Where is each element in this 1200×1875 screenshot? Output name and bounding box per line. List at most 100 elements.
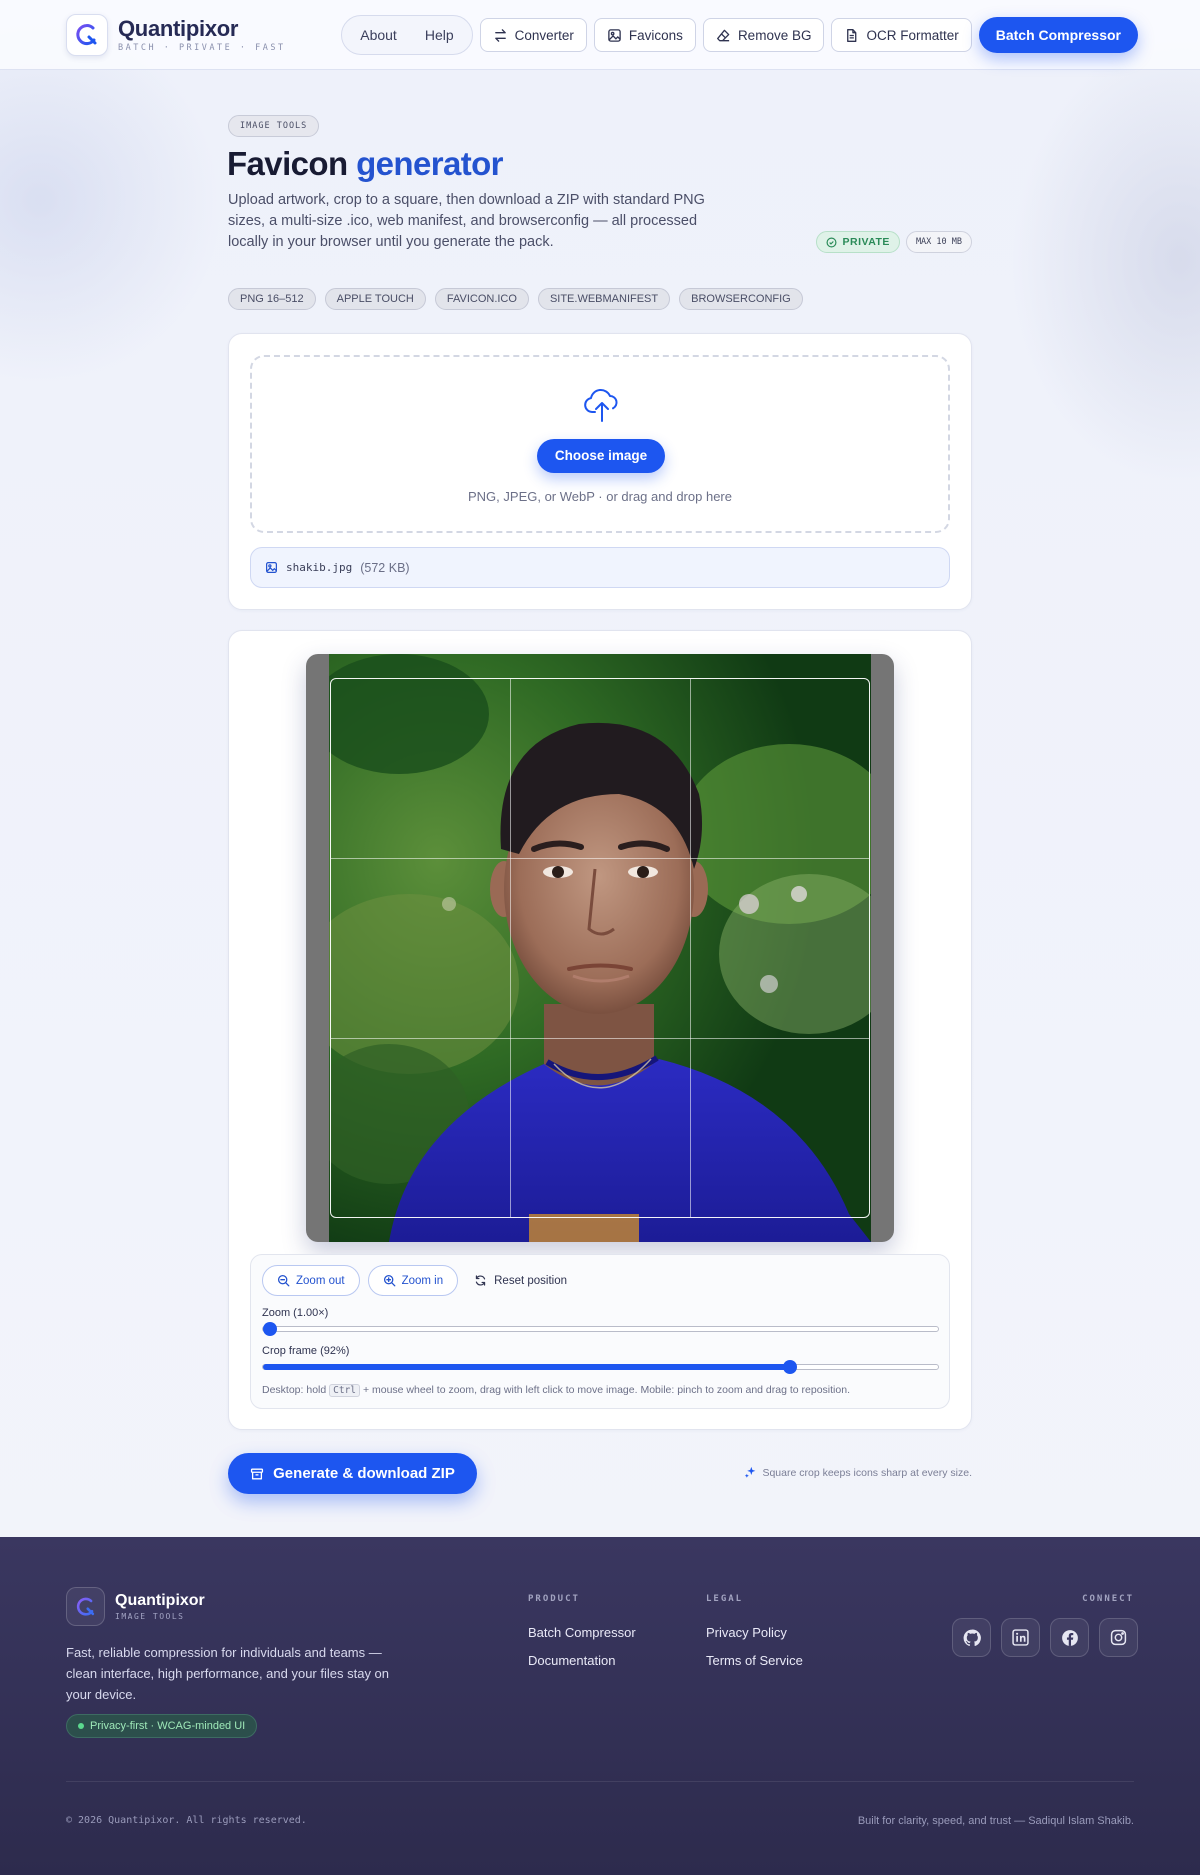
zoom-out-label: Zoom out [296, 1274, 345, 1287]
linkedin-icon [1012, 1629, 1029, 1646]
linkedin-link[interactable] [1001, 1618, 1040, 1657]
zoom-in-icon [383, 1274, 396, 1287]
footer-legal-title: LEGAL [706, 1594, 744, 1604]
nav-links-group: About Help [341, 15, 473, 55]
footer-link-documentation[interactable]: Documentation [528, 1653, 615, 1668]
file-size: (572 KB) [360, 560, 410, 575]
top-navigation-bar: Quantipixor BATCH · PRIVATE · FAST About… [0, 0, 1200, 70]
batch-compressor-button[interactable]: Batch Compressor [978, 17, 1138, 53]
footer: Quantipixor IMAGE TOOLS Fast, reliable c… [0, 1537, 1200, 1875]
chip-favicon-ico: FAVICON.ICO [434, 288, 529, 310]
crop-frame-slider-fill [263, 1364, 790, 1370]
output-format-chips: PNG 16–512 APPLE TOUCH FAVICON.ICO SITE.… [228, 288, 803, 310]
crop-grid-line [510, 679, 512, 1217]
instagram-icon [1110, 1629, 1127, 1646]
document-icon [847, 28, 857, 42]
zoom-slider[interactable] [262, 1322, 939, 1336]
social-links [952, 1618, 1138, 1657]
brand-tagline: BATCH · PRIVATE · FAST [118, 43, 286, 53]
chip-png: PNG 16–512 [228, 288, 316, 310]
converter-label: Converter [514, 27, 574, 43]
footer-description: Fast, reliable compression for individua… [66, 1645, 390, 1702]
remove-bg-button[interactable]: Remove BG [702, 18, 825, 52]
footer-link-batch-compressor[interactable]: Batch Compressor [528, 1625, 636, 1640]
reset-position-button[interactable]: Reset position [466, 1265, 575, 1296]
nav-link-help[interactable]: Help [411, 15, 468, 55]
nav-link-about[interactable]: About [346, 15, 411, 55]
page: Quantipixor BATCH · PRIVATE · FAST About… [0, 0, 1200, 1875]
refresh-icon [475, 1275, 486, 1286]
zoom-slider-label: Zoom (1.00×) [262, 1307, 329, 1319]
privacy-badge-label: Privacy-first · WCAG-minded UI [90, 1720, 246, 1732]
zoom-out-button[interactable]: Zoom out [262, 1265, 360, 1296]
swap-arrows-icon [494, 28, 506, 42]
facebook-link[interactable] [1050, 1618, 1089, 1657]
check-circle-icon [826, 237, 837, 247]
status-dot-icon [78, 1723, 84, 1729]
built-by: Built for clarity, speed, and trust — Sa… [857, 1815, 1134, 1827]
drop-hint: PNG, JPEG, or WebP · or drag and drop he… [468, 489, 732, 504]
generate-download-button[interactable]: Generate & download ZIP [228, 1453, 477, 1494]
crop-instructions: Desktop: hold Ctrl + mouse wheel to zoom… [262, 1384, 850, 1397]
generate-label: Generate & download ZIP [273, 1465, 455, 1482]
crop-frame-slider-thumb[interactable] [782, 1360, 797, 1374]
privacy-badge: Privacy-first · WCAG-minded UI [66, 1714, 258, 1738]
crop-grid-line [689, 679, 691, 1217]
image-file-icon [266, 562, 277, 573]
hint-after: + mouse wheel to zoom, drag with left cl… [362, 1384, 850, 1396]
hint-before: Desktop: hold [262, 1384, 327, 1396]
brand-name: Quantipixor [118, 16, 239, 41]
crop-frame-slider[interactable] [262, 1360, 939, 1374]
private-badge: PRIVATE [816, 231, 900, 253]
page-title: Favicon generator [227, 145, 504, 183]
upload-card: Choose image PNG, JPEG, or WebP · or dra… [228, 333, 972, 610]
remove-bg-label: Remove BG [737, 27, 812, 43]
zoom-slider-thumb[interactable] [263, 1322, 277, 1336]
favicons-button[interactable]: Favicons [593, 18, 696, 52]
crop-canvas[interactable] [306, 654, 894, 1242]
footer-product-title: PRODUCT [528, 1594, 580, 1604]
ocr-formatter-label: OCR Formatter [866, 27, 959, 43]
drop-zone[interactable]: Choose image PNG, JPEG, or WebP · or dra… [250, 355, 950, 533]
logo-icon [66, 14, 108, 56]
footer-connect-title: CONNECT [1082, 1594, 1134, 1604]
crop-card: Zoom out Zoom in Reset position Zoom (1.… [228, 630, 972, 1430]
footer-brand-name: Quantipixor [115, 1592, 205, 1609]
crop-frame[interactable] [330, 678, 870, 1218]
status-badges: PRIVATE MAX 10 MB [816, 231, 972, 253]
chip-webmanifest: SITE.WEBMANIFEST [537, 288, 671, 310]
copyright: © 2026 Quantipixor. All rights reserved. [66, 1815, 307, 1826]
footer-divider [66, 1781, 1134, 1782]
github-link[interactable] [952, 1618, 991, 1657]
ctrl-key: Ctrl [329, 1384, 361, 1397]
favicons-label: Favicons [628, 27, 683, 43]
choose-image-button[interactable]: Choose image [537, 439, 665, 473]
chip-apple-touch: APPLE TOUCH [324, 288, 426, 310]
image-icon [608, 28, 621, 42]
sparkle-icon [745, 1466, 756, 1478]
converter-button[interactable]: Converter [479, 18, 587, 52]
private-label: PRIVATE [842, 236, 890, 248]
crop-controls: Zoom out Zoom in Reset position Zoom (1.… [250, 1254, 950, 1409]
selected-file: shakib.jpg (572 KB) [250, 547, 950, 588]
cloud-upload-icon [584, 389, 618, 422]
instagram-link[interactable] [1099, 1618, 1138, 1657]
footer-brand-sub: IMAGE TOOLS [115, 1612, 185, 1621]
zoom-in-button[interactable]: Zoom in [367, 1265, 459, 1296]
reset-position-label: Reset position [494, 1274, 567, 1287]
brand[interactable]: Quantipixor BATCH · PRIVATE · FAST [66, 14, 286, 56]
footer-link-privacy-policy[interactable]: Privacy Policy [706, 1625, 787, 1640]
chip-browserconfig: BROWSERCONFIG [679, 288, 803, 310]
main-nav: About Help Converter Favicons Remove BG … [341, 15, 1138, 55]
crop-frame-slider-label: Crop frame (92%) [262, 1345, 350, 1357]
footer-brand[interactable]: Quantipixor IMAGE TOOLS [66, 1587, 205, 1626]
facebook-icon [1061, 1629, 1078, 1646]
page-description: Upload artwork, crop to a square, then d… [228, 192, 705, 250]
footer-link-terms[interactable]: Terms of Service [706, 1653, 803, 1668]
ocr-formatter-button[interactable]: OCR Formatter [831, 18, 972, 52]
archive-icon [251, 1468, 264, 1479]
zoom-out-icon [277, 1274, 290, 1287]
eraser-icon [716, 29, 730, 41]
github-icon [963, 1629, 981, 1646]
zoom-in-label: Zoom in [401, 1274, 444, 1287]
